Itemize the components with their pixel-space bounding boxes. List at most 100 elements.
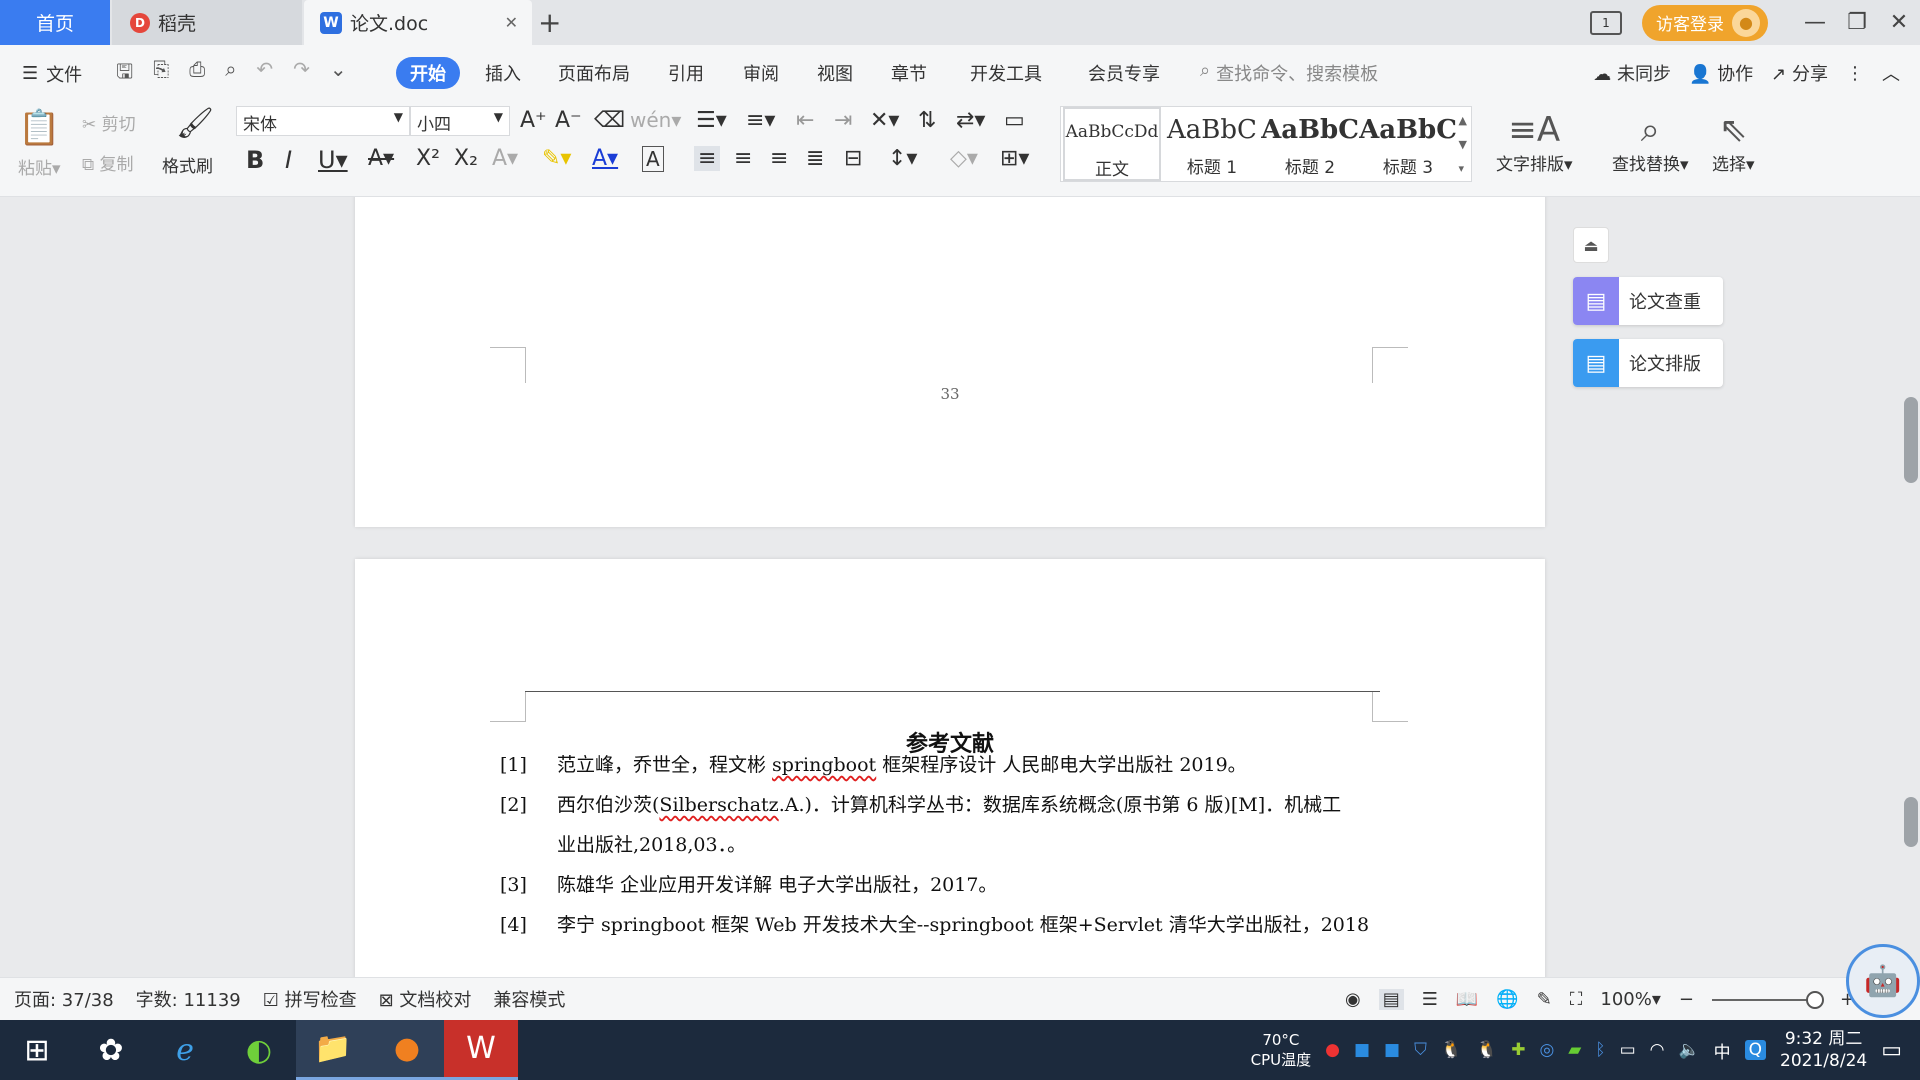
tray-app-icon[interactable]: ● [1325,1040,1340,1060]
ie-browser-icon[interactable]: ℯ [148,1020,222,1080]
paste-button[interactable]: 粘贴▾ [18,154,61,179]
nvidia-icon[interactable]: ▰ [1568,1040,1581,1060]
document-area[interactable]: 33 参考文献 [1] 范立峰，乔世全，程文彬 springboot 框架程序设计… [0,197,1920,977]
collapse-ribbon-icon[interactable]: ︿ [1882,60,1900,86]
qq-icon[interactable]: 🐧 [1441,1040,1462,1060]
underline-icon[interactable]: U▾ [318,146,348,174]
highlight-icon[interactable]: ✎▾ [542,146,571,171]
select-button[interactable]: ⇖ 选择▾ [1712,110,1755,175]
scrollbar-thumb[interactable] [1904,397,1918,483]
tab-dev-tools[interactable]: 开发工具 [970,60,1042,86]
notification-icon[interactable]: ▭ [1881,1038,1902,1063]
fit-page-icon[interactable]: ⛶ [1570,989,1583,1010]
tab-daoke[interactable]: D 稻壳 [112,0,302,45]
qq-icon[interactable]: 🐧 [1476,1040,1497,1060]
ruler-icon[interactable]: ▭ [1004,108,1025,133]
align-left-icon[interactable]: ≡ [694,146,721,171]
document-page[interactable]: 参考文献 [1] 范立峰，乔世全，程文彬 springboot 框架程序设计 人民… [355,559,1545,977]
sync-button[interactable]: ☁ 未同步 [1593,60,1671,86]
tray-app-icon[interactable]: ◎ [1539,1040,1554,1060]
game-app-icon[interactable]: ● [370,1020,444,1080]
window-layout-icon[interactable]: 1 [1590,10,1622,35]
close-tab-icon[interactable]: ✕ [505,13,518,32]
file-explorer-icon[interactable]: 📁 [296,1020,370,1080]
write-mode-icon[interactable]: ✎ [1537,989,1552,1010]
line-spacing-icon[interactable]: ↕▾ [888,146,917,171]
font-color-icon[interactable]: A▾ [592,146,618,171]
export-icon[interactable]: ⎘ [153,57,169,91]
document-page[interactable]: 33 [355,197,1545,527]
align-right-icon[interactable]: ≡ [770,146,788,171]
zoom-slider[interactable] [1712,990,1824,1009]
decrease-indent-icon[interactable]: ⇤ [796,108,814,133]
eye-protect-icon[interactable]: ◉ [1345,989,1361,1010]
minimize-button[interactable]: — [1794,10,1836,35]
sort-icon[interactable]: ⇅ [918,108,936,133]
paper-format-button[interactable]: ▤ 论文排版 [1573,339,1723,387]
pinyin-icon[interactable]: wén▾ [630,108,681,132]
guest-login-button[interactable]: 访客登录 ● [1642,4,1768,41]
assistant-robot-icon[interactable]: 🤖 [1846,944,1920,1018]
gallery-scroll-icon[interactable]: ▲ ▼ ▾ [1459,109,1467,181]
tab-view[interactable]: 视图 [817,60,853,86]
numbered-list-icon[interactable]: ≡▾ [746,108,775,133]
proofread-button[interactable]: ⊠ 文档校对 [379,986,472,1012]
cut-button[interactable]: ✂ 剪切 [82,110,136,135]
tab-review[interactable]: 审阅 [743,60,779,86]
reading-view-icon[interactable]: 📖 [1456,989,1478,1010]
undo-icon[interactable]: ↶ [256,57,273,91]
char-border-icon[interactable]: A [642,146,664,172]
zoom-level[interactable]: 100%▾ [1600,989,1661,1010]
text-layout-button[interactable]: ≡A 文字排版▾ [1496,110,1573,175]
grow-font-icon[interactable]: A⁺ [520,108,547,133]
chinese-layout-icon[interactable]: ✕▾ [870,108,899,133]
page-indicator[interactable]: 页面: 37/38 [14,986,114,1012]
style-heading-1[interactable]: AaBbC 标题 1 [1163,107,1261,181]
spell-check-button[interactable]: ☑ 拼写检查 [263,986,357,1012]
text-effect-icon[interactable]: A▾ [492,146,518,171]
tab-home[interactable]: 首页 [0,0,110,45]
zoom-slider-knob[interactable] [1806,990,1824,1009]
find-replace-button[interactable]: ⌕ 查找替换▾ [1612,110,1689,175]
subscript-icon[interactable]: X₂ [454,146,478,171]
bold-icon[interactable]: B [246,146,264,174]
word-count[interactable]: 字数: 11139 [136,986,241,1012]
bluetooth-icon[interactable]: ᛒ [1595,1040,1605,1060]
style-normal[interactable]: AaBbCcDd 正文 [1063,107,1161,181]
italic-icon[interactable]: I [285,146,292,174]
format-painter-button[interactable]: 格式刷 [162,152,213,177]
page-view-icon[interactable]: ▤ [1378,989,1404,1010]
tab-member[interactable]: 会员专享 [1088,60,1160,86]
font-name-select[interactable]: 宋体 ▼ [236,106,410,136]
justify-icon[interactable]: ≣ [806,146,824,171]
tray-app-icon[interactable]: ■ [1384,1040,1400,1060]
zoom-out-icon[interactable]: − [1679,989,1694,1010]
bullet-list-icon[interactable]: ☰▾ [696,108,727,133]
wifi-icon[interactable]: ◠ [1650,1040,1665,1060]
shrink-font-icon[interactable]: A⁻ [555,108,582,133]
save-icon[interactable]: 🖫 [116,57,133,91]
clock[interactable]: 9:32 周二 2021/8/24 [1780,1028,1867,1072]
outline-view-icon[interactable]: ☰ [1422,989,1438,1010]
app-launcher-icon[interactable]: ✿ [74,1020,148,1080]
align-center-icon[interactable]: ≡ [734,146,752,171]
customize-toolbar-icon[interactable]: ⌄ [330,57,347,91]
volume-icon[interactable]: 🔈 [1678,1040,1699,1060]
print-icon[interactable]: ⎙ [189,57,205,91]
paste-icon[interactable]: 📋 [18,108,60,148]
close-window-button[interactable]: ✕ [1878,10,1920,35]
redo-icon[interactable]: ↷ [293,57,310,91]
tab-references[interactable]: 引用 [668,60,704,86]
clear-format-icon[interactable]: ⌫ [594,108,625,133]
tab-page-layout[interactable]: 页面布局 [558,60,630,86]
paper-check-button[interactable]: ▤ 论文查重 [1573,277,1723,325]
print-preview-icon[interactable]: ⌕ [225,57,236,91]
style-heading-3[interactable]: AaBbC 标题 3 [1359,107,1457,181]
tray-app-icon[interactable]: ✚ [1511,1040,1525,1060]
tab-document[interactable]: W 论文.doc ✕ [304,0,532,45]
strikethrough-icon[interactable]: A▾ [368,146,394,171]
collab-button[interactable]: 👤 协作 [1689,60,1753,86]
search-tray-icon[interactable]: Q [1744,1040,1767,1060]
tab-insert[interactable]: 插入 [485,60,521,86]
style-heading-2[interactable]: AaBbC 标题 2 [1261,107,1359,181]
